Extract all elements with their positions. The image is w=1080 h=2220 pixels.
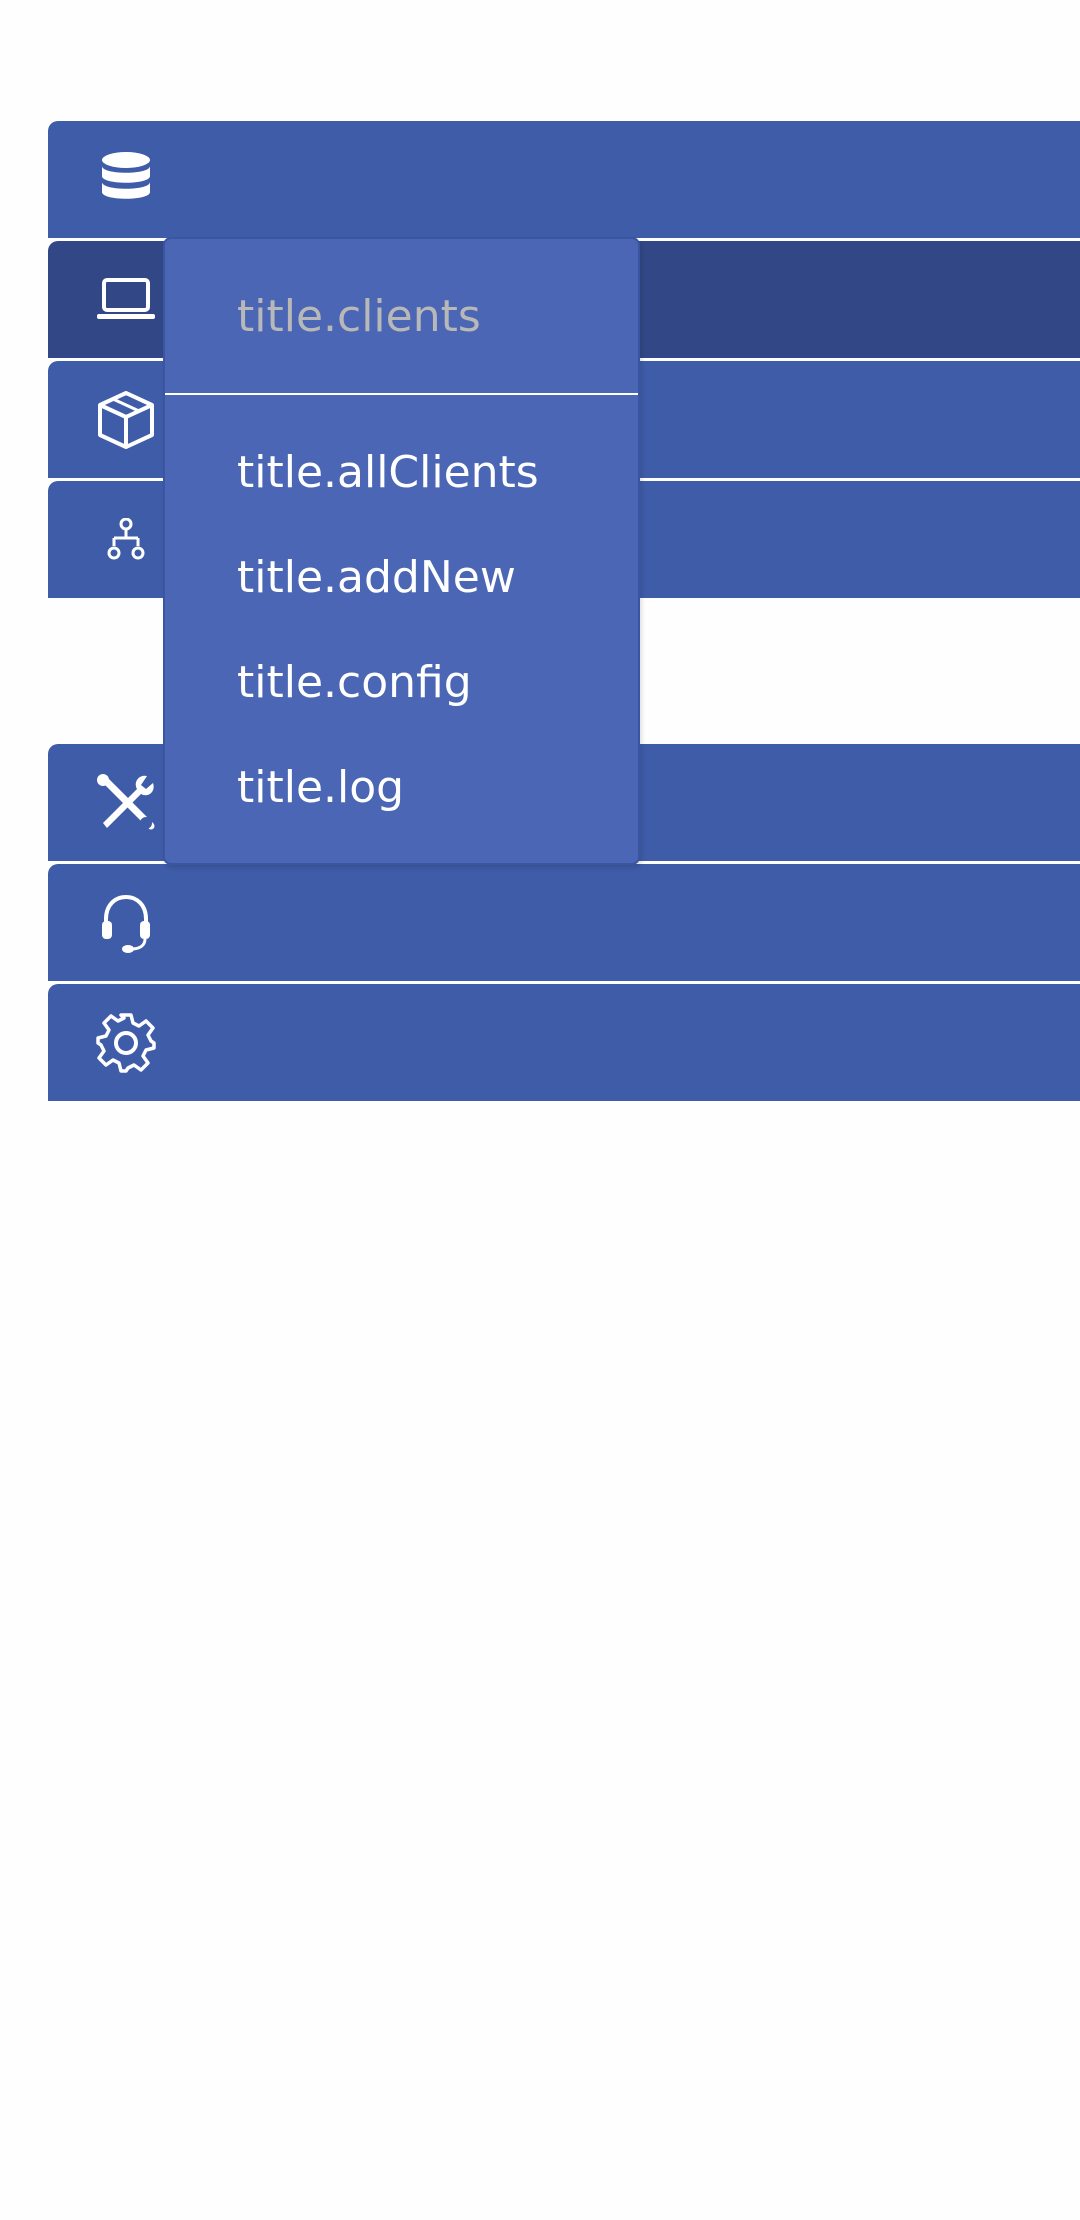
page: title.clients title.allClients title.add… [0,0,1080,2220]
menu-item-log[interactable]: title.log [237,762,404,813]
sidebar-item-settings[interactable] [48,984,1080,1101]
sidebar-item-support[interactable] [48,864,1080,981]
menu-item-all-clients[interactable]: title.allClients [237,447,539,498]
box-icon [94,391,158,449]
database-icon [94,151,158,209]
dropdown-divider [165,393,638,395]
menu-item-config[interactable]: title.config [237,657,472,708]
sidebar-item-database[interactable] [48,121,1080,238]
gear-icon [94,1013,158,1073]
tools-icon [94,774,158,832]
dropdown-title: title.clients [237,291,481,342]
sitemap-icon [94,511,158,569]
laptop-icon [94,271,158,329]
menu-item-add-new[interactable]: title.addNew [237,552,516,603]
headset-icon [94,894,158,953]
clients-dropdown-menu: title.clients title.allClients title.add… [163,237,640,865]
